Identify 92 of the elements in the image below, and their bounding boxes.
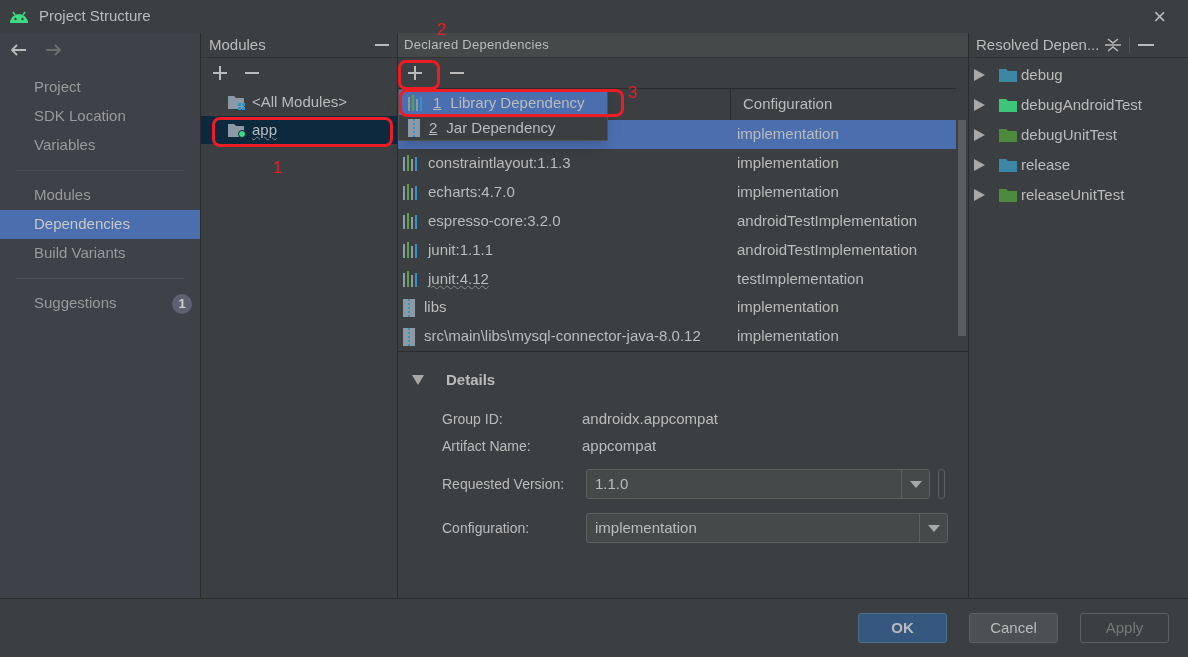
jar-icon: [402, 298, 416, 317]
table-cell-text: implementation: [736, 326, 839, 347]
library-icon: [402, 184, 420, 201]
plus-icon: [213, 66, 227, 80]
expand-triangle-icon: [974, 69, 985, 81]
field-label: Artifact Name:: [442, 437, 532, 456]
expand-triangle-icon: [974, 189, 985, 201]
panel-title: Resolved Depen...: [976, 34, 1100, 55]
field-label: Requested Version:: [442, 474, 566, 494]
sidebar-item[interactable]: Dependencies: [0, 210, 200, 239]
add-button[interactable]: [211, 64, 229, 82]
sidebar-item[interactable]: Project: [0, 73, 200, 102]
sidebar-item[interactable]: Build Variants: [0, 239, 200, 268]
table-cell-text: junit:4.12: [428, 268, 489, 289]
dropdown[interactable]: 1.1.0: [586, 469, 930, 499]
table-row[interactable]: libs implementation: [398, 293, 956, 323]
tree-item[interactable]: debugUnitTest: [969, 120, 1188, 150]
library-icon: [402, 155, 420, 172]
module-name: app: [252, 119, 278, 140]
library-icon: [402, 213, 420, 229]
module-folder-icon: [228, 122, 248, 138]
scrollbar-thumb[interactable]: [958, 120, 966, 336]
menu-item-label: 1 Library Dependency: [433, 95, 585, 110]
menu-item-label: 2 Jar Dependency: [429, 120, 556, 135]
module-name: <All Modules>: [252, 91, 348, 112]
table-cell-text: testImplementation: [736, 268, 864, 289]
table-cell-text: implementation: [736, 181, 839, 202]
back-arrow-icon: [10, 43, 28, 57]
field-label: Group ID:: [442, 410, 504, 429]
table-row[interactable]: junit:1.1.1 androidTestImplementation: [398, 235, 956, 265]
table-cell-text: libs: [424, 297, 447, 318]
tree-item[interactable]: debugAndroidTest: [969, 90, 1188, 120]
table-row[interactable]: echarts:4.7.0 implementation: [398, 177, 956, 207]
library-icon: [407, 94, 425, 111]
table-cell-text: constraintlayout:1.1.3: [428, 152, 571, 173]
window-title: Project Structure: [39, 6, 152, 27]
table-cell-text: implementation: [736, 152, 839, 173]
field-label: Configuration:: [442, 518, 531, 538]
table-cell-text: echarts:4.7.0: [428, 181, 515, 202]
sidebar-item[interactable]: SDK Location: [0, 102, 200, 131]
table-row[interactable]: espresso-core:3.2.0 androidTestImplementation: [398, 206, 956, 236]
library-icon: [402, 241, 420, 258]
module-item[interactable]: app: [201, 116, 397, 144]
table-cell-text: implementation: [736, 124, 839, 145]
sidebar-item-label[interactable]: Suggestions: [34, 292, 172, 315]
table-cell-text: junit:1.1.1: [428, 239, 494, 260]
field-value: appcompat: [582, 436, 657, 457]
expand-triangle-icon: [974, 99, 985, 111]
table-cell-text: implementation: [736, 297, 839, 318]
expand-triangle-icon: [974, 159, 985, 171]
module-group-icon: [228, 94, 248, 110]
dialog-button[interactable]: OK: [858, 613, 947, 643]
jar-icon: [407, 118, 421, 137]
library-icon: [402, 270, 420, 287]
add-button[interactable]: [406, 64, 424, 82]
table-row[interactable]: junit:4.12 testImplementation: [398, 264, 956, 294]
collapse-all-icon: [1105, 37, 1122, 53]
android-icon: [8, 9, 30, 24]
dropdown[interactable]: implementation: [586, 513, 948, 543]
count-badge: 1: [172, 293, 192, 314]
dropdown-arrow-icon: [909, 480, 922, 488]
table-cell-text: androidTestImplementation: [736, 210, 918, 231]
table-cell-text: src\main\libs\mysql-connector-java-8.0.12: [424, 326, 701, 347]
table-cell-text: espresso-core:3.2.0: [428, 210, 561, 231]
dialog-button[interactable]: Cancel: [969, 613, 1058, 643]
annotation-number: 2: [437, 21, 447, 38]
annotation-number: 1: [273, 159, 283, 176]
table-cell-text: androidTestImplementation: [736, 239, 918, 260]
details-toggle[interactable]: Details: [412, 370, 954, 390]
sidebar-item[interactable]: Modules: [0, 181, 200, 210]
plus-icon: [408, 66, 422, 80]
jar-icon: [402, 327, 416, 346]
collapse-all-button[interactable]: [1105, 37, 1122, 53]
back-button[interactable]: [10, 43, 28, 57]
tree-item[interactable]: release: [969, 150, 1188, 180]
tree-item[interactable]: releaseUnitTest: [969, 180, 1188, 210]
column-header: Configuration: [742, 94, 833, 115]
forward-arrow-icon: [44, 43, 62, 57]
annotation-number: 3: [628, 84, 638, 101]
side-handle[interactable]: [938, 469, 945, 499]
panel-title: Declared Dependencies: [404, 36, 550, 55]
dropdown-arrow-icon: [927, 524, 940, 532]
collapse-triangle-icon: [412, 375, 424, 385]
table-row[interactable]: constraintlayout:1.1.3 implementation: [398, 148, 956, 178]
field-value: androidx.appcompat: [582, 409, 718, 430]
close-button[interactable]: ×: [1153, 5, 1166, 28]
panel-title: Modules: [209, 34, 266, 55]
module-item[interactable]: <All Modules>: [201, 88, 397, 116]
table-row[interactable]: src\main\libs\mysql-connector-java-8.0.12 implementation: [398, 322, 956, 351]
expand-triangle-icon: [974, 129, 985, 141]
tree-item[interactable]: debug: [969, 60, 1188, 90]
sidebar-item[interactable]: Variables: [0, 131, 200, 160]
